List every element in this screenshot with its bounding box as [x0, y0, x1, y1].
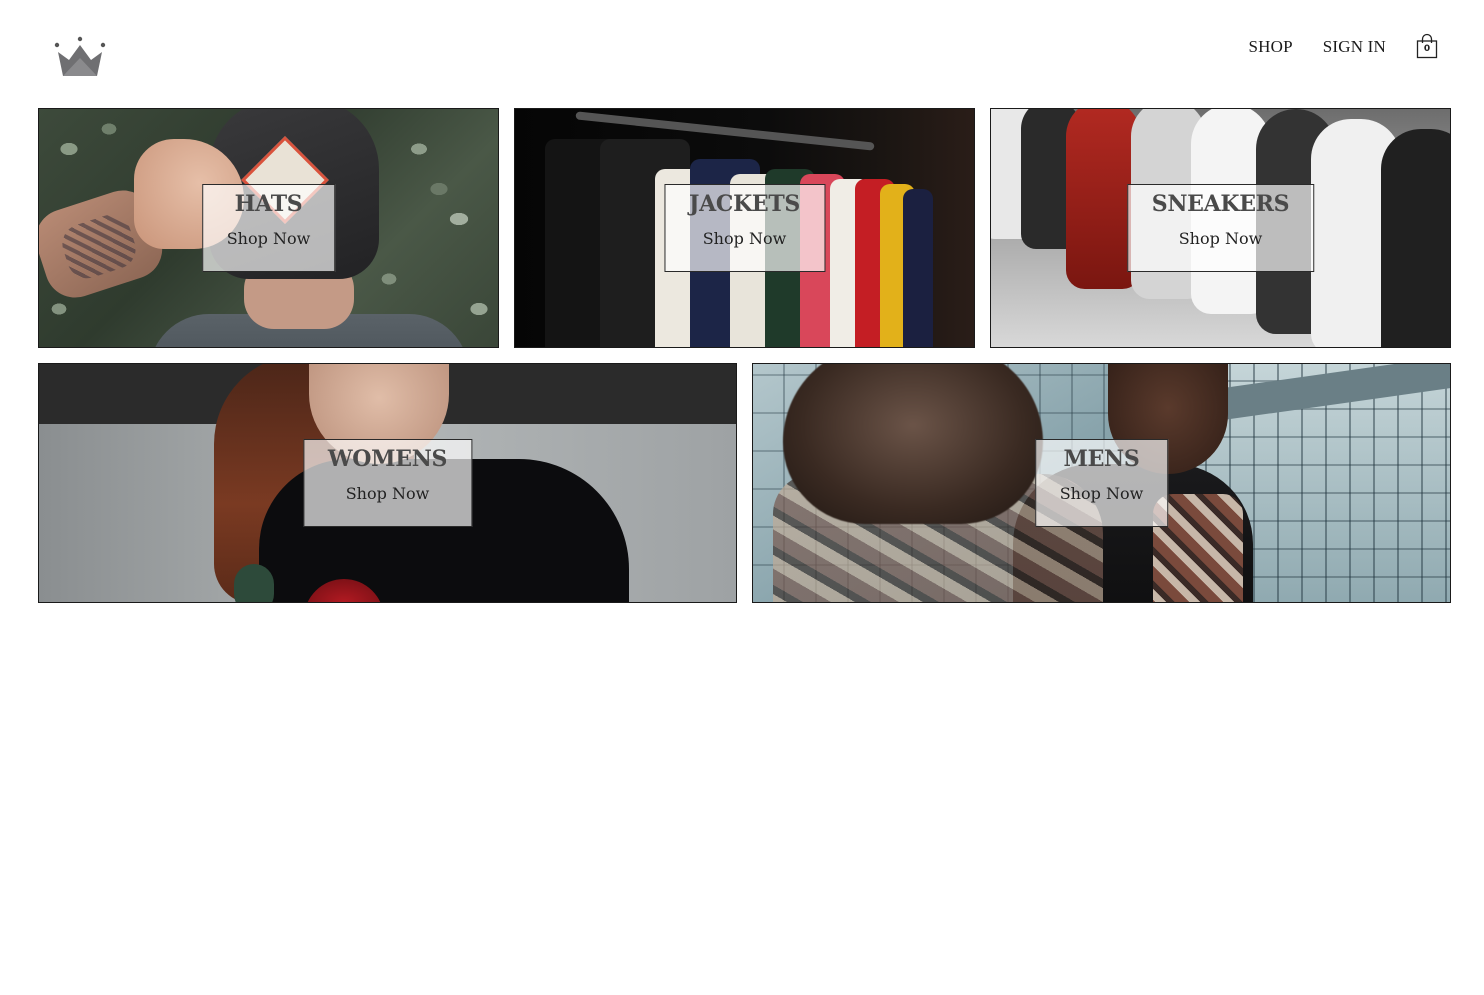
cart-count: 0 — [1423, 44, 1431, 54]
category-label-box[interactable]: MENS Shop Now — [1034, 439, 1169, 527]
category-tile-jackets[interactable]: JACKETS Shop Now — [514, 108, 975, 348]
category-tile-womens[interactable]: WOMENS Shop Now — [38, 363, 737, 603]
category-label-box[interactable]: SNEAKERS Shop Now — [1126, 184, 1315, 272]
category-tile-mens[interactable]: MENS Shop Now — [752, 363, 1451, 603]
category-tile-sneakers[interactable]: SNEAKERS Shop Now — [990, 108, 1451, 348]
shop-now-link[interactable]: Shop Now — [227, 229, 311, 249]
category-tile-hats[interactable]: HATS Shop Now — [38, 108, 499, 348]
shop-now-link[interactable]: Shop Now — [1152, 229, 1290, 249]
category-title: JACKETS — [688, 191, 801, 217]
category-title: HATS — [234, 191, 303, 217]
crown-icon[interactable] — [53, 36, 107, 80]
header: SHOP SIGN IN 0 — [0, 0, 1484, 100]
category-label-box[interactable]: JACKETS Shop Now — [663, 184, 826, 272]
category-title: MENS — [1063, 446, 1140, 472]
category-label-box[interactable]: HATS Shop Now — [201, 184, 336, 272]
shop-now-link[interactable]: Shop Now — [1060, 484, 1144, 504]
category-title: SNEAKERS — [1151, 191, 1290, 217]
nav-sign-in-link[interactable]: SIGN IN — [1323, 33, 1386, 61]
main-nav: SHOP SIGN IN 0 — [1248, 33, 1440, 61]
shop-now-link[interactable]: Shop Now — [328, 484, 447, 504]
category-label-box[interactable]: WOMENS Shop Now — [302, 439, 473, 527]
shop-now-link[interactable]: Shop Now — [689, 229, 800, 249]
category-title: WOMENS — [327, 446, 448, 472]
category-directory: HATS Shop Now JACKETS Shop Now SNEAKERS … — [38, 108, 1451, 603]
nav-shop-link[interactable]: SHOP — [1248, 33, 1292, 61]
cart-button[interactable]: 0 — [1416, 33, 1440, 61]
